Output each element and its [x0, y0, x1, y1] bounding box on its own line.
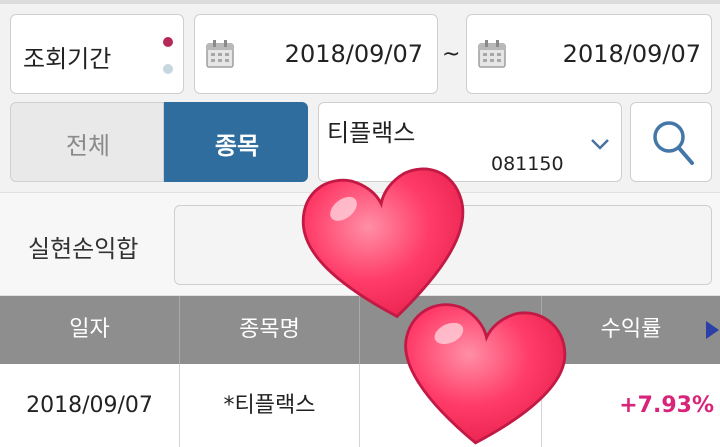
arrow-right-icon[interactable] — [704, 320, 720, 340]
period-toggle-dot-on[interactable] — [163, 37, 173, 47]
table-row[interactable]: 2018/09/07 *티플랙스 +7.93% — [0, 364, 720, 447]
start-date-value: 2018/09/07 — [284, 40, 423, 68]
start-date-field[interactable]: 2018/09/07 — [194, 14, 438, 94]
period-label: 조회기간 — [23, 45, 112, 73]
calendar-icon[interactable] — [205, 39, 235, 69]
tab-all[interactable]: 전체 — [10, 102, 164, 182]
heart-sticker — [404, 303, 567, 445]
end-date-value: 2018/09/07 — [562, 40, 701, 68]
tab-all-label: 전체 — [65, 132, 111, 160]
column-header-date[interactable]: 일자 — [0, 296, 180, 364]
calendar-icon[interactable] — [477, 39, 507, 69]
chevron-down-icon[interactable] — [589, 137, 611, 151]
row-date: 2018/09/07 — [0, 364, 180, 447]
date-range-separator: ~ — [442, 42, 461, 67]
tab-stock-label: 종목 — [214, 132, 260, 160]
row-stock-name: *티플랙스 — [180, 364, 360, 447]
stock-name: 티플랙스 — [327, 119, 416, 147]
search-icon — [653, 121, 694, 165]
realized-pnl-label: 실현손익합 — [28, 235, 139, 263]
period-toggle-dot-off[interactable] — [163, 64, 173, 74]
stock-code: 081150 — [491, 153, 564, 175]
search-button[interactable] — [630, 102, 712, 182]
tab-stock[interactable]: 종목 — [164, 102, 308, 182]
end-date-field[interactable]: 2018/09/07 — [466, 14, 712, 94]
period-label-box[interactable]: 조회기간 — [10, 14, 184, 94]
